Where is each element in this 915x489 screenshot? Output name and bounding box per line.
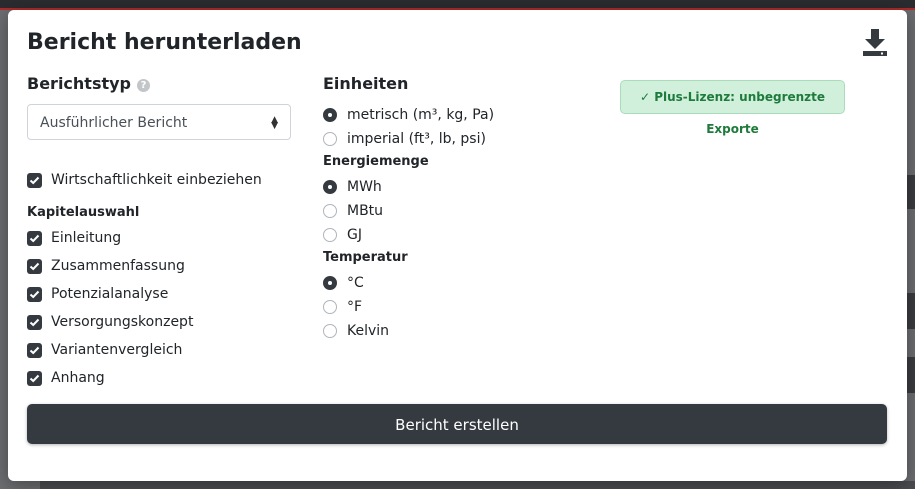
chapter-label: Potenzialanalyse [51, 286, 169, 302]
select-caret-icon: ▲ ▼ [271, 114, 278, 131]
checkbox-checked-icon [27, 230, 42, 246]
modal-title: Bericht herunterladen [27, 30, 302, 55]
temperature-radio-celsius[interactable]: °C [323, 273, 364, 293]
chapter-checkbox-zusammenfassung[interactable]: Zusammenfassung [27, 256, 185, 276]
chapter-checkbox-anhang[interactable]: Anhang [27, 368, 105, 388]
radio-label: MBtu [347, 203, 384, 219]
temperature-heading: Temperatur [323, 250, 408, 265]
radio-selected-icon [323, 108, 337, 122]
create-report-button[interactable]: Bericht erstellen [27, 404, 887, 444]
chapter-checkbox-variantenvergleich[interactable]: Variantenvergleich [27, 340, 182, 360]
radio-label: imperial (ft³, lb, psi) [347, 131, 486, 147]
radio-unselected-icon [323, 300, 337, 314]
chapter-checkbox-potenzialanalyse[interactable]: Potenzialanalyse [27, 284, 168, 304]
radio-label: metrisch (m³, kg, Pa) [347, 107, 495, 123]
report-type-selected-value: Ausführlicher Bericht [40, 115, 188, 131]
radio-label: MWh [347, 179, 382, 195]
radio-label: °C [347, 275, 364, 291]
chapters-heading: Kapitelauswahl [27, 205, 140, 220]
background-topbar [0, 0, 915, 10]
energy-heading: Energiemenge [323, 154, 429, 169]
question-circle-icon[interactable]: ? [137, 79, 150, 92]
chapter-label: Zusammenfassung [51, 258, 185, 274]
radio-unselected-icon [323, 132, 337, 146]
chapter-checkbox-versorgungskonzept[interactable]: Versorgungskonzept [27, 312, 193, 332]
license-badge: ✓ Plus-Lizenz: unbegrenzte Exporte [620, 80, 845, 136]
radio-selected-icon [323, 180, 337, 194]
units-radio-imperial[interactable]: imperial (ft³, lb, psi) [323, 129, 486, 149]
chapter-label: Versorgungskonzept [51, 314, 194, 330]
temperature-radio-kelvin[interactable]: Kelvin [323, 321, 389, 341]
chapter-checkbox-einleitung[interactable]: Einleitung [27, 228, 121, 248]
report-type-select[interactable]: Ausführlicher Bericht ▲ ▼ [27, 104, 291, 140]
units-column: Einheiten metrisch (m³, kg, Pa) imperial… [323, 73, 583, 339]
background-strip [40, 481, 915, 489]
economy-checkbox[interactable]: Wirtschaftlichkeit einbeziehen [27, 170, 262, 190]
economy-label: Wirtschaftlichkeit einbeziehen [51, 172, 262, 188]
radio-label: GJ [347, 227, 362, 243]
units-heading: Einheiten [323, 74, 409, 93]
checkbox-checked-icon [27, 172, 42, 188]
chapter-label: Anhang [51, 370, 105, 386]
checkbox-checked-icon [27, 314, 42, 330]
checkbox-checked-icon [27, 286, 42, 302]
temperature-radio-fahrenheit[interactable]: °F [323, 297, 362, 317]
radio-unselected-icon [323, 228, 337, 242]
download-report-modal: Bericht herunterladen Berichtstyp? Ausfü… [8, 10, 907, 481]
radio-label: °F [347, 299, 363, 315]
energy-radio-mwh[interactable]: MWh [323, 177, 382, 197]
radio-unselected-icon [323, 324, 337, 338]
chapter-label: Variantenvergleich [51, 342, 183, 358]
energy-radio-gj[interactable]: GJ [323, 225, 362, 245]
units-radio-metric[interactable]: metrisch (m³, kg, Pa) [323, 105, 494, 125]
checkbox-checked-icon [27, 370, 42, 386]
radio-label: Kelvin [347, 323, 390, 339]
chapter-label: Einleitung [51, 230, 122, 246]
report-type-heading: Berichtstyp? [27, 73, 293, 95]
report-type-column: Berichtstyp? Ausführlicher Bericht ▲ ▼ Wi… [27, 73, 293, 386]
radio-selected-icon [323, 276, 337, 290]
radio-unselected-icon [323, 204, 337, 218]
checkbox-checked-icon [27, 342, 42, 358]
energy-radio-mbtu[interactable]: MBtu [323, 201, 383, 221]
checkbox-checked-icon [27, 258, 42, 274]
download-icon[interactable] [861, 27, 889, 57]
